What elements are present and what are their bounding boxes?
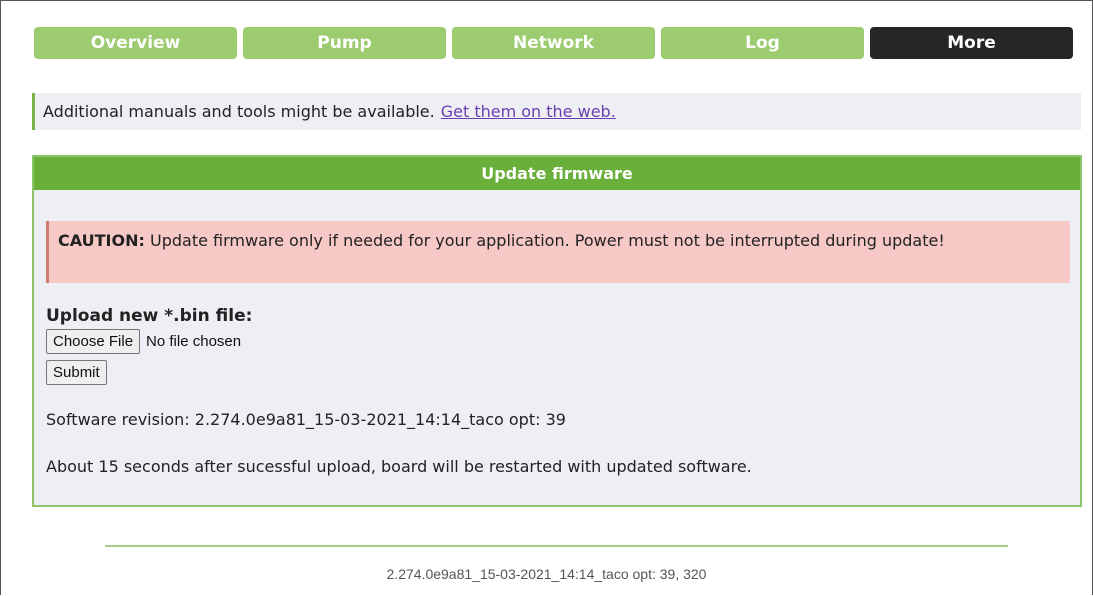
update-firmware-panel: Update firmware CAUTION: Update firmware…: [32, 155, 1082, 507]
tab-more[interactable]: More: [870, 27, 1073, 59]
info-text: Additional manuals and tools might be av…: [43, 102, 435, 121]
submit-row: Submit: [46, 360, 107, 385]
tab-log[interactable]: Log: [661, 27, 864, 59]
restart-note: About 15 seconds after sucessful upload,…: [46, 457, 752, 476]
main-nav: Overview Pump Network Log More: [34, 27, 1073, 59]
file-input: Choose File No file chosen: [46, 329, 241, 354]
caution-label: CAUTION:: [58, 231, 145, 250]
caution-text: Update firmware only if needed for your …: [149, 231, 945, 250]
software-revision: Software revision: 2.274.0e9a81_15-03-20…: [46, 410, 566, 429]
panel-title: Update firmware: [34, 157, 1080, 190]
tab-network[interactable]: Network: [452, 27, 655, 59]
info-banner: Additional manuals and tools might be av…: [32, 93, 1081, 130]
tab-overview[interactable]: Overview: [34, 27, 237, 59]
footer-divider: [105, 545, 1008, 547]
file-status-text: No file chosen: [146, 333, 242, 350]
submit-button[interactable]: Submit: [46, 360, 107, 385]
choose-file-button[interactable]: Choose File: [46, 329, 141, 354]
caution-box: CAUTION: Update firmware only if needed …: [46, 221, 1070, 283]
tab-pump[interactable]: Pump: [243, 27, 446, 59]
get-them-on-web-link[interactable]: Get them on the web.: [441, 102, 616, 121]
upload-label: Upload new *.bin file:: [46, 306, 253, 326]
footer-version: 2.274.0e9a81_15-03-2021_14:14_taco opt: …: [386, 566, 707, 582]
